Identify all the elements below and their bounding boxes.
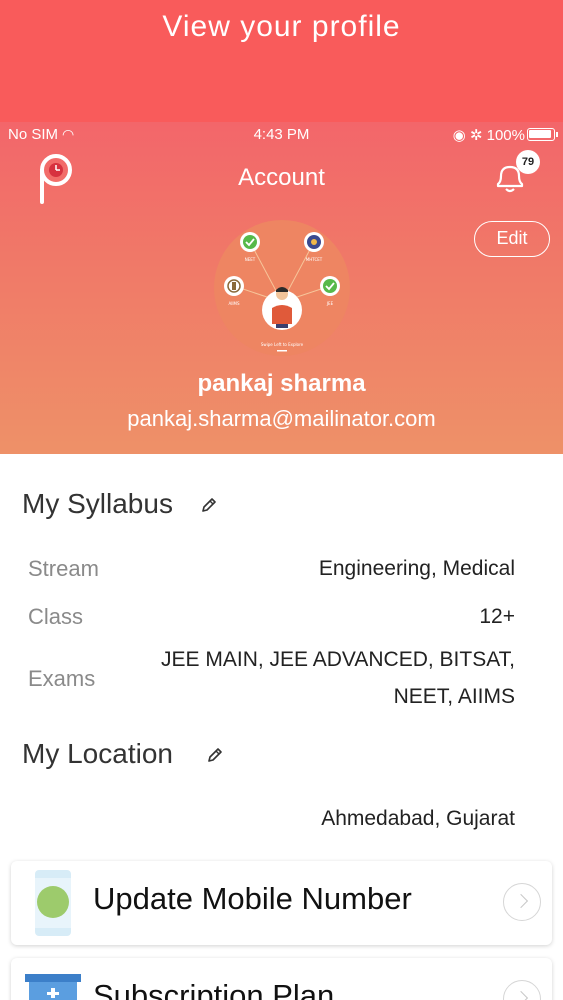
battery-percent: ◉ ✲ 100% [452,127,525,144]
edit-syllabus-pencil-icon[interactable] [200,496,218,514]
avatar-label: JEE [326,301,334,306]
exams-value-line1: JEE MAIN, JEE ADVANCED, BITSAT, [161,648,515,671]
phone-icon [35,870,71,936]
avatar-label: AIIMS [228,301,240,306]
lock-rotation-icon: ◉ [452,127,466,144]
profile-header: No SIM ◠ 4:43 PM ◉ ✲ 100% Account 79 Edit… [0,122,563,454]
chevron-right-icon[interactable] [503,883,541,921]
location-title: My Location [22,738,173,769]
edit-location-pencil-icon[interactable] [206,746,224,764]
battery-icon [527,128,558,141]
exams-value-line2: NEET, AIIMS [393,685,515,708]
notification-badge: 79 [516,150,540,174]
class-label: Class [28,604,84,629]
update-mobile-label: Update Mobile Number [93,881,412,916]
avatar-label: MHTCET [306,257,323,262]
stream-label: Stream [28,556,99,581]
avatar-label: NEET [245,257,256,262]
chevron-right-icon[interactable] [503,980,541,1000]
location-value: Ahmedabad, Gujarat [321,807,515,830]
jee-check-icon [320,276,340,296]
profile-name: pankaj sharma [197,370,366,397]
banner-title: View your profile [162,10,401,43]
aiims-emblem-icon [224,276,244,296]
edit-profile-button[interactable]: Edit [474,221,550,257]
avatar-caption: Swipe Left to Explore [261,342,304,347]
neet-check-icon [240,232,260,252]
profile-email: pankaj.sharma@mailinator.com [127,406,436,431]
subscription-card[interactable]: Subscription Plan [11,958,552,1000]
bluetooth-icon: ✲ [469,127,483,144]
exams-label: Exams [28,666,96,691]
subscription-label: Subscription Plan [93,978,335,1000]
instruction-banner: View your profile [0,0,563,122]
update-mobile-card[interactable]: Update Mobile Number [11,861,552,945]
stream-value: Engineering, Medical [318,557,515,580]
subscription-icon [25,974,81,1000]
class-value: 12+ [479,605,515,628]
page-title: Account [238,164,325,191]
mhtcet-badge-icon [304,232,324,252]
status-bar: No SIM ◠ 4:43 PM ◉ ✲ 100% [0,122,563,146]
syllabus-title: My Syllabus [22,488,173,519]
avatar[interactable]: NEET MHTCET AIIMS JEE Swipe Left to Expl… [214,220,350,356]
